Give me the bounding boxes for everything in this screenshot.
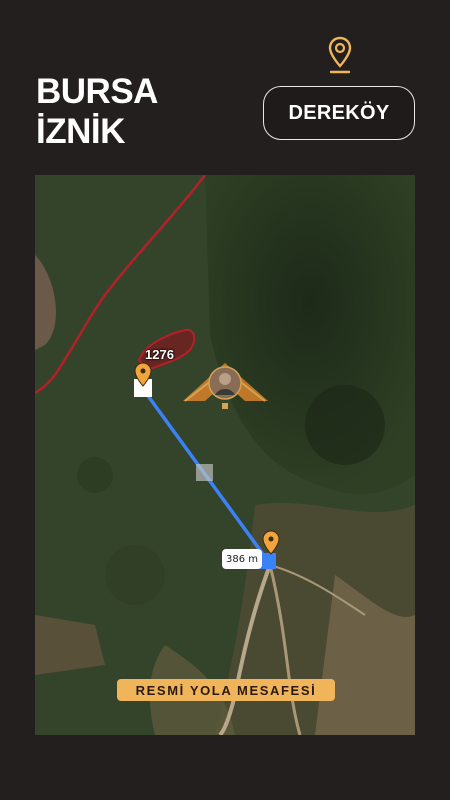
map-imagery [35, 175, 415, 735]
village-button[interactable]: DEREKÖY [263, 86, 415, 140]
city-title: BURSA İZNİK [36, 72, 158, 152]
satellite-map[interactable]: 1276 386 m [35, 175, 415, 735]
road-distance-banner: RESMİ YOLA MESAFESİ [117, 679, 335, 701]
parcel-number-label: 1276 [145, 347, 174, 362]
city-name: BURSA [36, 72, 158, 111]
distance-label: 386 m [222, 549, 262, 569]
district-name: İZNİK [36, 112, 125, 151]
map-pin-icon [328, 36, 352, 74]
